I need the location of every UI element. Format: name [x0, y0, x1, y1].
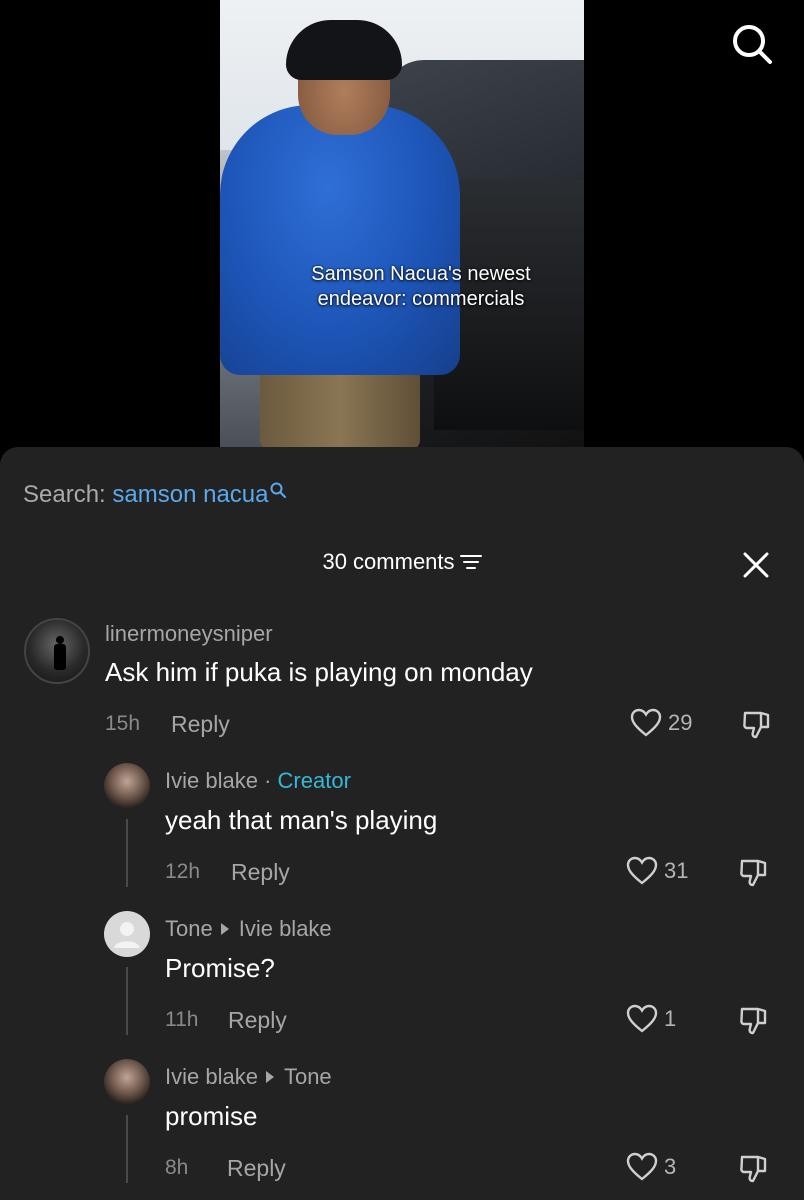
avatar[interactable]	[104, 911, 150, 957]
close-icon	[743, 552, 769, 578]
like-count: 31	[664, 858, 689, 883]
search-suggestion[interactable]: Search: samson nacua	[23, 477, 287, 509]
video-caption: Samson Nacua's newest endeavor: commerci…	[220, 262, 584, 312]
thread-line	[126, 967, 128, 1035]
dislike-button[interactable]	[739, 1153, 769, 1190]
video-person-shirt	[220, 105, 460, 375]
comment-time: 12h	[165, 860, 201, 883]
video-player[interactable]: Samson Nacua's newest endeavor: commerci…	[220, 0, 584, 447]
comment-username[interactable]: linermoneysniper	[105, 621, 273, 647]
dislike-button[interactable]	[739, 1005, 769, 1042]
thread-line	[126, 819, 128, 887]
search-icon	[270, 477, 287, 505]
like-button[interactable]: 3	[626, 1152, 676, 1182]
reply-button[interactable]: Reply	[227, 1155, 286, 1182]
comment-time: 8h	[165, 1156, 189, 1179]
avatar[interactable]	[104, 1059, 150, 1105]
search-button[interactable]	[730, 22, 774, 66]
close-button[interactable]	[740, 549, 772, 581]
dislike-button[interactable]	[739, 857, 769, 894]
filter-icon[interactable]	[459, 551, 482, 577]
heart-icon	[630, 708, 662, 737]
dislike-icon	[743, 711, 770, 739]
like-button[interactable]: 29	[630, 708, 692, 738]
comments-count: 30 comments	[322, 549, 455, 574]
reply-to-username[interactable]: Ivie blake	[239, 916, 332, 941]
avatar[interactable]	[24, 618, 90, 684]
like-count: 1	[664, 1006, 677, 1031]
heart-icon	[626, 1152, 658, 1181]
dislike-button[interactable]	[742, 709, 772, 746]
video-caption-line2: endeavor: commercials	[317, 288, 525, 310]
search-suggestion-query[interactable]: samson nacua	[112, 481, 268, 508]
avatar[interactable]	[104, 763, 150, 809]
reply-to-arrow-icon	[265, 1071, 274, 1083]
comment-time: 11h	[165, 1008, 199, 1031]
search-icon	[733, 25, 772, 64]
comment-time: 15h	[105, 712, 141, 735]
search-suggestion-label: Search:	[23, 481, 106, 508]
comment-username[interactable]: Ivie blake	[165, 768, 258, 793]
like-count: 29	[668, 710, 693, 735]
comment-username-line: Tone Ivie blake	[165, 916, 332, 942]
comments-header: 30 comments	[0, 549, 804, 577]
comment-text: Promise?	[165, 953, 275, 983]
reply-to-arrow-icon	[220, 923, 229, 935]
avatar-image	[54, 636, 66, 670]
comment-username-line: Ivie blake · Creator	[165, 768, 351, 794]
username-separator: ·	[264, 768, 272, 793]
like-button[interactable]: 1	[626, 1004, 676, 1034]
dislike-icon	[740, 1007, 767, 1035]
heart-icon	[626, 856, 658, 885]
video-person-cap	[286, 20, 402, 80]
comment-username[interactable]: Tone	[165, 916, 213, 941]
like-button[interactable]: 31	[626, 856, 688, 886]
comment-text: promise	[165, 1101, 258, 1131]
comment-text: yeah that man's playing	[165, 805, 438, 835]
dislike-icon	[740, 859, 767, 887]
comment-username-line: Ivie blake Tone	[165, 1064, 332, 1090]
reply-to-username[interactable]: Tone	[284, 1064, 332, 1089]
dislike-icon	[740, 1155, 767, 1183]
reply-button[interactable]: Reply	[231, 859, 290, 886]
thread-line	[126, 1115, 128, 1183]
reply-button[interactable]: Reply	[228, 1007, 287, 1034]
creator-badge: Creator	[277, 768, 351, 793]
default-avatar-icon	[114, 922, 140, 948]
reply-button[interactable]: Reply	[171, 711, 230, 738]
comments-sheet: Search: samson nacua 30 comments linermo…	[0, 447, 804, 1200]
heart-icon	[626, 1004, 658, 1033]
video-caption-line1: Samson Nacua's newest	[311, 263, 531, 285]
comment-username[interactable]: Ivie blake	[165, 1064, 258, 1089]
comment-text: Ask him if puka is playing on monday	[105, 657, 533, 687]
like-count: 3	[664, 1154, 677, 1179]
